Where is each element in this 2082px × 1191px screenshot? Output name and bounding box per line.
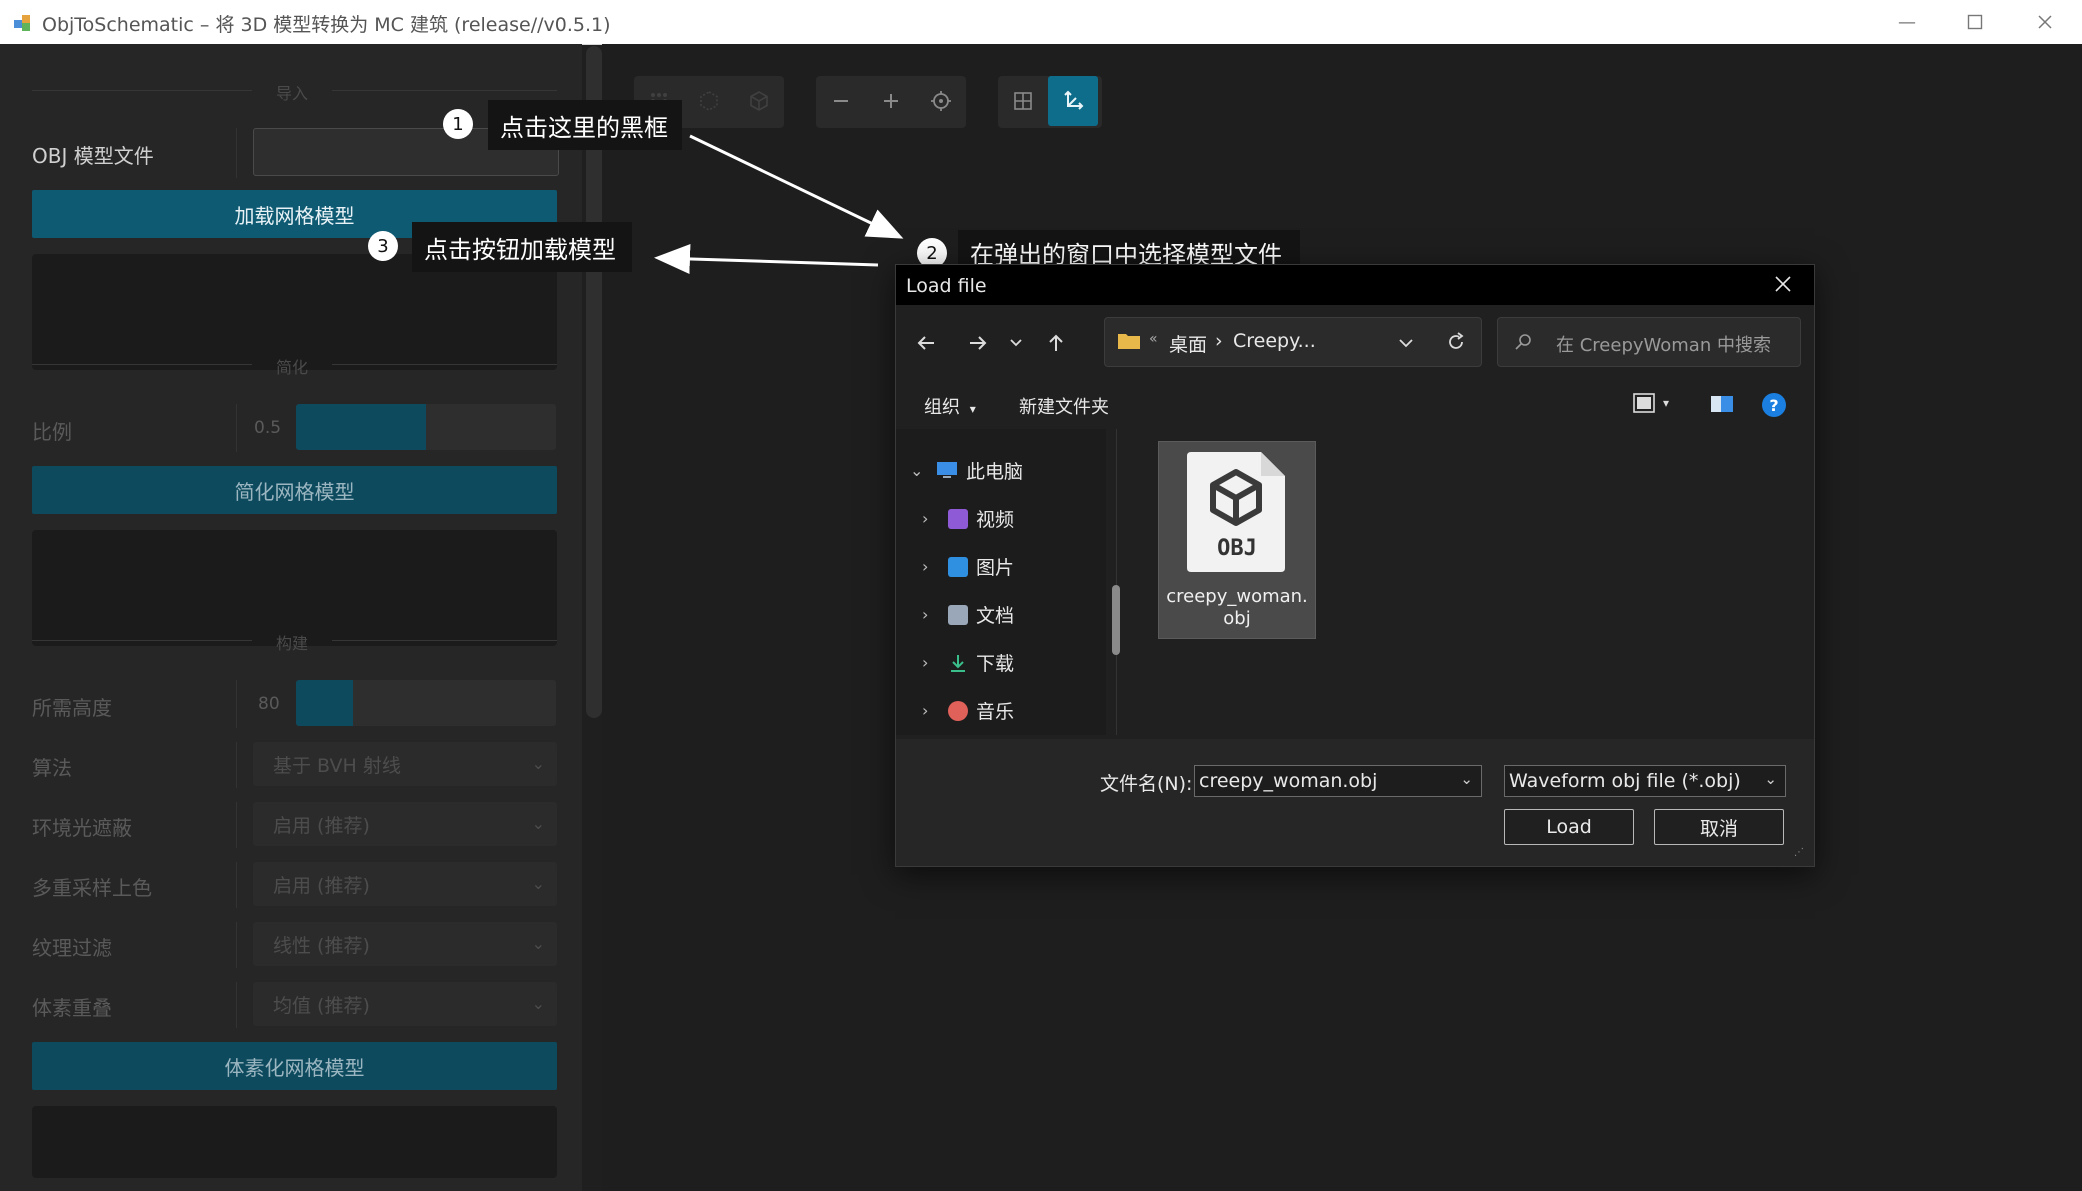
- step1-callout: 点击这里的黑框: [488, 100, 682, 150]
- breadcrumb-overflow[interactable]: «: [1149, 331, 1158, 347]
- search-placeholder: 在 CreepyWoman 中搜索: [1556, 335, 1771, 356]
- chevron-right-icon: ›: [922, 509, 929, 528]
- help-icon[interactable]: ?: [1762, 393, 1786, 417]
- search-box[interactable]: 在 CreepyWoman 中搜索: [1497, 317, 1801, 367]
- step3-number: 3: [368, 231, 398, 261]
- tree-label: 下载: [976, 653, 1015, 675]
- download-icon: [951, 654, 965, 672]
- breadcrumb-folder[interactable]: Creepy...: [1233, 330, 1316, 352]
- view-mode-button[interactable]: ▾: [1633, 393, 1669, 413]
- file-name-line1: creepy_woman.: [1166, 586, 1308, 607]
- video-icon: [948, 508, 968, 529]
- caret-down-icon: ▾: [1663, 396, 1670, 410]
- filename-label: 文件名(N):: [1100, 773, 1193, 795]
- arrow-step2-to-step3: [654, 243, 879, 274]
- chevron-down-icon: ⌄: [1764, 770, 1777, 788]
- dialog-title-bar: Load file: [896, 265, 1814, 305]
- pane-divider: [1116, 429, 1117, 735]
- breadcrumb-separator: ›: [1215, 330, 1223, 352]
- refresh-icon[interactable]: [1445, 331, 1467, 353]
- picture-icon: [948, 556, 968, 577]
- caret-down-icon: ▾: [969, 402, 976, 416]
- tree-scrollbar[interactable]: [1112, 585, 1120, 655]
- tree-label: 音乐: [976, 701, 1015, 723]
- details-pane-icon[interactable]: [1710, 395, 1734, 413]
- address-bar[interactable]: « 桌面 › Creepy...: [1104, 317, 1482, 367]
- recent-chevron-icon[interactable]: [1008, 335, 1024, 355]
- back-arrow-icon[interactable]: [914, 331, 938, 359]
- tree-item-documents[interactable]: › 文档: [922, 601, 1014, 628]
- file-item[interactable]: OBJ creepy_woman. obj: [1158, 441, 1316, 639]
- tree-item-videos[interactable]: › 视频: [922, 505, 1014, 532]
- dialog-close-icon[interactable]: [1774, 275, 1792, 297]
- organize-menu[interactable]: 组织 ▾: [924, 393, 976, 419]
- tree-item-music[interactable]: › 音乐: [922, 697, 1014, 724]
- view-mode-icon: [1633, 393, 1655, 413]
- folder-icon: [1118, 334, 1140, 349]
- file-type-badge: OBJ: [1217, 536, 1257, 561]
- filetype-value: Waveform obj file (*.obj): [1509, 770, 1741, 792]
- chevron-right-icon: ›: [922, 653, 929, 672]
- search-icon: [1515, 334, 1531, 350]
- chevron-right-icon: ›: [922, 557, 929, 576]
- monitor-icon: [937, 461, 957, 478]
- up-arrow-icon[interactable]: [1044, 331, 1068, 359]
- chevron-down-icon: ⌄: [1460, 770, 1473, 788]
- file-name-line2: obj: [1223, 608, 1251, 629]
- new-folder-button[interactable]: 新建文件夹: [1019, 393, 1109, 419]
- arrow-step1-to-step2: [689, 134, 904, 239]
- chevron-down-icon: ⌄: [910, 461, 924, 480]
- document-icon: [948, 604, 968, 625]
- breadcrumb-desktop[interactable]: 桌面: [1169, 330, 1207, 357]
- load-button[interactable]: Load: [1504, 809, 1634, 845]
- filename-value: creepy_woman.obj: [1199, 770, 1378, 792]
- dialog-title: Load file: [906, 275, 987, 297]
- organize-label: 组织: [924, 397, 960, 418]
- tree-label: 此电脑: [966, 461, 1024, 483]
- dialog-footer: [896, 739, 1814, 866]
- cancel-button[interactable]: 取消: [1654, 809, 1784, 845]
- chevron-right-icon: ›: [922, 605, 929, 624]
- address-dropdown-icon[interactable]: [1397, 334, 1415, 352]
- tree-item-this-pc[interactable]: ⌄ 此电脑: [910, 457, 1023, 484]
- resize-grip-icon[interactable]: ⋰: [1794, 847, 1804, 858]
- music-icon: [948, 700, 968, 721]
- forward-arrow-icon[interactable]: [966, 331, 990, 359]
- filename-input[interactable]: creepy_woman.obj ⌄: [1194, 765, 1482, 797]
- tree-label: 图片: [976, 557, 1015, 579]
- load-file-dialog: Load file « 桌面 › Creepy... 在 CreepyWoman…: [895, 264, 1815, 867]
- tree-label: 文档: [976, 605, 1015, 627]
- tree-item-downloads[interactable]: › 下载: [922, 649, 1014, 676]
- step1-number: 1: [443, 109, 473, 139]
- tree-item-pictures[interactable]: › 图片: [922, 553, 1014, 580]
- step3-callout: 点击按钮加载模型: [412, 222, 632, 272]
- tree-label: 视频: [976, 509, 1015, 531]
- filetype-select[interactable]: Waveform obj file (*.obj) ⌄: [1504, 765, 1786, 797]
- chevron-right-icon: ›: [922, 701, 929, 720]
- file-name: creepy_woman. obj: [1159, 586, 1315, 630]
